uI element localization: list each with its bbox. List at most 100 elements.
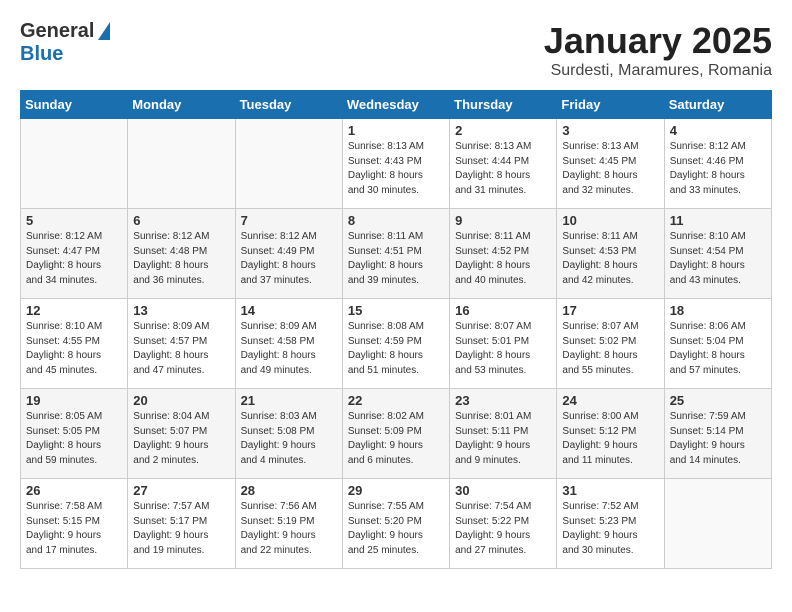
day-number: 19 [26,393,122,408]
day-info: Sunrise: 8:04 AM Sunset: 5:07 PM Dayligh… [133,410,229,468]
day-number: 27 [133,483,229,498]
day-cell: 26 Sunrise: 7:58 AM Sunset: 5:15 PM Dayli… [21,479,128,569]
day-info: Sunrise: 8:03 AM Sunset: 5:08 PM Dayligh… [241,410,337,468]
location-text: Surdesti, Maramures, Romania [544,62,772,80]
day-number: 18 [670,303,766,318]
day-number: 9 [455,213,551,228]
header-sunday: Sunday [21,91,128,119]
day-info: Sunrise: 7:55 AM Sunset: 5:20 PM Dayligh… [348,500,444,558]
day-cell: 15 Sunrise: 8:08 AM Sunset: 4:59 PM Dayli… [342,299,449,389]
day-number: 28 [241,483,337,498]
day-info: Sunrise: 8:10 AM Sunset: 4:55 PM Dayligh… [26,320,122,378]
header-saturday: Saturday [664,91,771,119]
header-friday: Friday [557,91,664,119]
day-info: Sunrise: 8:11 AM Sunset: 4:52 PM Dayligh… [455,230,551,288]
day-number: 5 [26,213,122,228]
day-cell: 9 Sunrise: 8:11 AM Sunset: 4:52 PM Daylig… [450,209,557,299]
week-row-2: 5 Sunrise: 8:12 AM Sunset: 4:47 PM Daylig… [21,209,772,299]
day-info: Sunrise: 8:06 AM Sunset: 5:04 PM Dayligh… [670,320,766,378]
day-number: 29 [348,483,444,498]
day-info: Sunrise: 8:12 AM Sunset: 4:47 PM Dayligh… [26,230,122,288]
day-cell: 25 Sunrise: 7:59 AM Sunset: 5:14 PM Dayli… [664,389,771,479]
day-info: Sunrise: 8:01 AM Sunset: 5:11 PM Dayligh… [455,410,551,468]
calendar-table: SundayMondayTuesdayWednesdayThursdayFrid… [20,90,772,569]
day-number: 7 [241,213,337,228]
logo-blue-text: Blue [20,43,63,66]
day-cell: 23 Sunrise: 8:01 AM Sunset: 5:11 PM Dayli… [450,389,557,479]
day-cell: 30 Sunrise: 7:54 AM Sunset: 5:22 PM Dayli… [450,479,557,569]
day-number: 16 [455,303,551,318]
day-cell: 21 Sunrise: 8:03 AM Sunset: 5:08 PM Dayli… [235,389,342,479]
day-cell: 3Sunrise: 8:13 AM Sunset: 4:45 PM Daylig… [557,119,664,209]
day-number: 8 [348,213,444,228]
day-info: Sunrise: 8:09 AM Sunset: 4:57 PM Dayligh… [133,320,229,378]
day-number: 13 [133,303,229,318]
day-number: 6 [133,213,229,228]
day-number: 2 [455,123,551,138]
day-cell: 12 Sunrise: 8:10 AM Sunset: 4:55 PM Dayli… [21,299,128,389]
day-cell: 14 Sunrise: 8:09 AM Sunset: 4:58 PM Dayli… [235,299,342,389]
day-number: 15 [348,303,444,318]
day-cell: 8 Sunrise: 8:11 AM Sunset: 4:51 PM Daylig… [342,209,449,299]
day-number: 25 [670,393,766,408]
day-cell [128,119,235,209]
day-info: Sunrise: 8:02 AM Sunset: 5:09 PM Dayligh… [348,410,444,468]
day-cell: 19 Sunrise: 8:05 AM Sunset: 5:05 PM Dayli… [21,389,128,479]
day-number: 26 [26,483,122,498]
day-cell: 7Sunrise: 8:12 AM Sunset: 4:49 PM Daylig… [235,209,342,299]
day-info: Sunrise: 7:54 AM Sunset: 5:22 PM Dayligh… [455,500,551,558]
day-info: Sunrise: 8:11 AM Sunset: 4:53 PM Dayligh… [562,230,658,288]
day-number: 31 [562,483,658,498]
day-number: 14 [241,303,337,318]
day-cell: 1 Sunrise: 8:13 AM Sunset: 4:43 PM Daylig… [342,119,449,209]
day-cell: 16Sunrise: 8:07 AM Sunset: 5:01 PM Dayli… [450,299,557,389]
day-cell: 4Sunrise: 8:12 AM Sunset: 4:46 PM Daylig… [664,119,771,209]
day-number: 10 [562,213,658,228]
day-number: 21 [241,393,337,408]
page-header: General Blue January 2025 Surdesti, Mara… [20,20,772,80]
day-number: 23 [455,393,551,408]
day-info: Sunrise: 8:13 AM Sunset: 4:43 PM Dayligh… [348,140,444,198]
day-number: 3 [562,123,658,138]
day-info: Sunrise: 8:13 AM Sunset: 4:44 PM Dayligh… [455,140,551,198]
day-cell: 10 Sunrise: 8:11 AM Sunset: 4:53 PM Dayli… [557,209,664,299]
day-info: Sunrise: 7:52 AM Sunset: 5:23 PM Dayligh… [562,500,658,558]
day-info: Sunrise: 7:59 AM Sunset: 5:14 PM Dayligh… [670,410,766,468]
day-info: Sunrise: 8:00 AM Sunset: 5:12 PM Dayligh… [562,410,658,468]
day-cell: 24 Sunrise: 8:00 AM Sunset: 5:12 PM Dayli… [557,389,664,479]
day-cell [21,119,128,209]
day-number: 30 [455,483,551,498]
day-cell: 6Sunrise: 8:12 AM Sunset: 4:48 PM Daylig… [128,209,235,299]
day-cell: 17Sunrise: 8:07 AM Sunset: 5:02 PM Dayli… [557,299,664,389]
day-number: 4 [670,123,766,138]
day-cell: 11 Sunrise: 8:10 AM Sunset: 4:54 PM Dayli… [664,209,771,299]
day-info: Sunrise: 8:11 AM Sunset: 4:51 PM Dayligh… [348,230,444,288]
day-number: 24 [562,393,658,408]
day-cell: 13 Sunrise: 8:09 AM Sunset: 4:57 PM Dayli… [128,299,235,389]
header-monday: Monday [128,91,235,119]
header-thursday: Thursday [450,91,557,119]
day-cell: 2 Sunrise: 8:13 AM Sunset: 4:44 PM Daylig… [450,119,557,209]
day-number: 1 [348,123,444,138]
week-row-3: 12 Sunrise: 8:10 AM Sunset: 4:55 PM Dayli… [21,299,772,389]
day-cell: 18 Sunrise: 8:06 AM Sunset: 5:04 PM Dayli… [664,299,771,389]
header-wednesday: Wednesday [342,91,449,119]
logo-general-text: General [20,20,94,43]
day-cell: 22Sunrise: 8:02 AM Sunset: 5:09 PM Dayli… [342,389,449,479]
logo-icon [98,22,110,40]
day-info: Sunrise: 8:09 AM Sunset: 4:58 PM Dayligh… [241,320,337,378]
week-row-1: 1 Sunrise: 8:13 AM Sunset: 4:43 PM Daylig… [21,119,772,209]
day-cell: 29 Sunrise: 7:55 AM Sunset: 5:20 PM Dayli… [342,479,449,569]
day-number: 11 [670,213,766,228]
day-info: Sunrise: 8:05 AM Sunset: 5:05 PM Dayligh… [26,410,122,468]
day-number: 12 [26,303,122,318]
day-cell: 31 Sunrise: 7:52 AM Sunset: 5:23 PM Dayli… [557,479,664,569]
day-info: Sunrise: 8:08 AM Sunset: 4:59 PM Dayligh… [348,320,444,378]
day-info: Sunrise: 7:58 AM Sunset: 5:15 PM Dayligh… [26,500,122,558]
day-cell [235,119,342,209]
month-title: January 2025 [544,20,772,62]
day-cell [664,479,771,569]
day-info: Sunrise: 8:07 AM Sunset: 5:02 PM Dayligh… [562,320,658,378]
header-tuesday: Tuesday [235,91,342,119]
day-info: Sunrise: 8:10 AM Sunset: 4:54 PM Dayligh… [670,230,766,288]
